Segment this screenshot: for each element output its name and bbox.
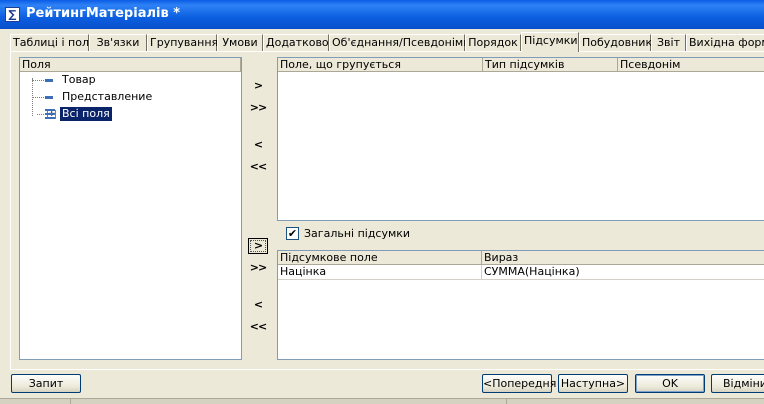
table-icon <box>45 109 55 119</box>
tree-item-all-fields[interactable]: Всі поля <box>60 107 112 121</box>
title-bar: ∑ РейтингМатеріалів * <box>0 0 764 29</box>
table-row-cell-total-field[interactable]: Націнка <box>278 265 482 280</box>
window-title: РейтингМатеріалів * <box>26 6 180 21</box>
remove-total-field-button[interactable]: < <box>248 297 268 313</box>
grouping-fields-grid[interactable]: Поле, що групується Тип підсумків Псевдо… <box>277 57 764 221</box>
remove-all-group-fields-button[interactable]: << <box>248 159 268 175</box>
total-fields-grid[interactable]: Підсумкове поле Вираз Націнка СУММА(Наці… <box>277 250 764 360</box>
footer-divider <box>10 369 764 370</box>
overall-totals-checkbox[interactable]: ✔ <box>286 227 299 240</box>
column-header-expression[interactable]: Вираз <box>482 251 764 265</box>
overall-totals-label[interactable]: Загальні підсумки <box>304 227 410 240</box>
overall-totals-option[interactable]: ✔ Загальні підсумки <box>286 227 486 241</box>
field-icon <box>45 79 53 82</box>
add-group-field-button[interactable]: > <box>248 78 268 94</box>
column-header-total-field[interactable]: Підсумкове поле <box>278 251 482 265</box>
tab-report[interactable]: Звіт <box>651 34 686 51</box>
tab-tables-fields[interactable]: Таблиці і поля <box>10 34 96 51</box>
tab-output-form[interactable]: Вихідна форма <box>686 34 764 51</box>
table-row-cell-expression[interactable]: СУММА(Націнка) <box>482 265 764 280</box>
column-header-group-field[interactable]: Поле, що групується <box>278 58 483 72</box>
sigma-icon[interactable]: ∑ <box>5 7 20 22</box>
tree-connector <box>37 114 44 115</box>
previous-button[interactable]: <Попередня <box>482 374 556 393</box>
add-total-field-button[interactable]: > <box>248 238 268 254</box>
tab-conditions[interactable]: Умови <box>217 34 263 51</box>
tab-union-aliases[interactable]: Об'єднання/Псевдоніми <box>329 34 470 51</box>
tree-item-representation[interactable]: Представление <box>62 90 152 104</box>
tab-totals[interactable]: Підсумки <box>521 32 579 52</box>
tab-links[interactable]: Зв'язки <box>89 34 147 51</box>
status-strip <box>0 398 764 404</box>
query-button[interactable]: Запит <box>11 374 81 393</box>
tab-order[interactable]: Порядок <box>465 34 521 51</box>
tab-grouping[interactable]: Групування <box>147 34 218 51</box>
tree-connector <box>32 80 44 81</box>
add-all-total-fields-button[interactable]: >> <box>248 260 268 276</box>
cancel-button[interactable]: Відмінити <box>711 374 764 393</box>
column-header-total-type[interactable]: Тип підсумків <box>483 58 618 72</box>
tree-item-product[interactable]: Товар <box>62 73 96 87</box>
ok-button[interactable]: OK <box>635 374 705 393</box>
fields-tree[interactable]: Поля Товар Представление + Всі поля <box>19 57 242 360</box>
remove-group-field-button[interactable]: < <box>248 137 268 153</box>
tree-connector <box>32 97 44 98</box>
field-icon <box>45 96 53 99</box>
remove-all-total-fields-button[interactable]: << <box>248 319 268 335</box>
tab-strip: Таблиці і поля Зв'язки Групування Умови … <box>10 32 764 52</box>
add-all-group-fields-button[interactable]: >> <box>248 100 268 116</box>
fields-tree-header[interactable]: Поля <box>20 58 241 72</box>
tab-additional[interactable]: Додатково <box>263 34 329 51</box>
next-button[interactable]: Наступна> <box>558 374 628 393</box>
tab-builder[interactable]: Побудовник <box>579 34 652 51</box>
column-header-alias[interactable]: Псевдонім <box>618 58 764 72</box>
